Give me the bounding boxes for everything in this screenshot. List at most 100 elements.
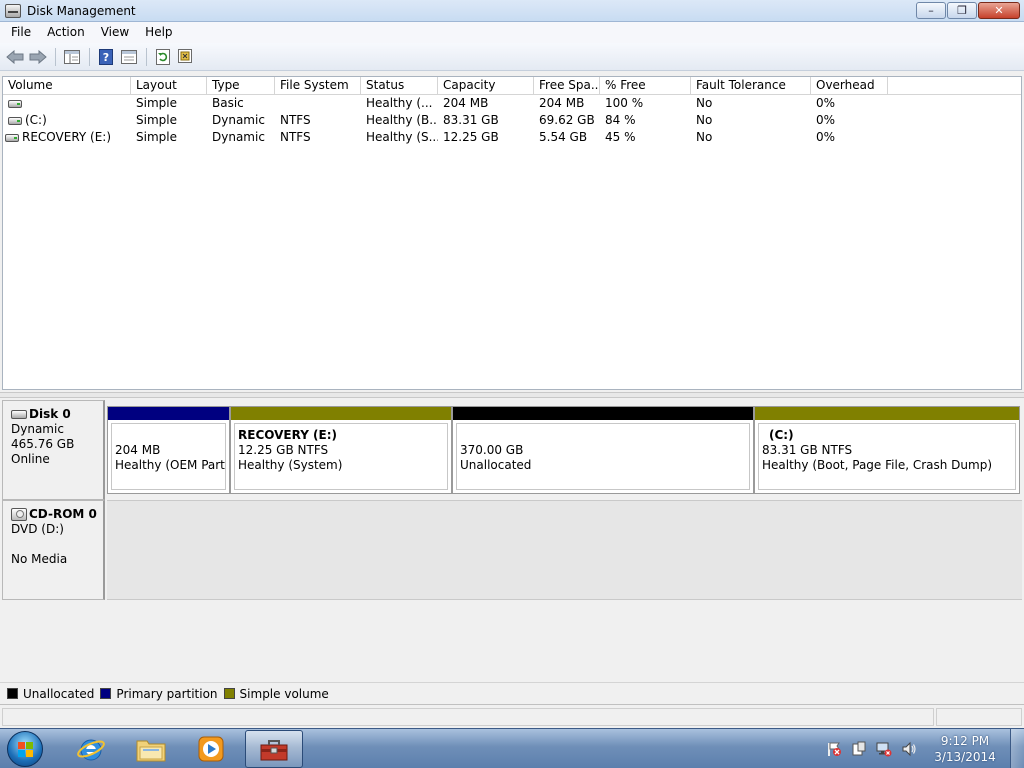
cd-rom-media-area[interactable] — [107, 500, 1022, 600]
tray-volume[interactable] — [901, 741, 917, 757]
volume-file-system: NTFS — [280, 130, 311, 144]
volume-row[interactable]: Simple Basic Healthy (... 204 MB 204 MB … — [3, 95, 1021, 112]
column-header-capacity[interactable]: Capacity — [438, 77, 534, 95]
title-bar: Disk Management – ❐ ✕ — [0, 0, 1024, 22]
close-button[interactable]: ✕ — [978, 2, 1020, 19]
column-header-percent-free[interactable]: % Free — [600, 77, 691, 95]
partition-unallocated[interactable]: 370.00 GB Unallocated — [452, 406, 754, 494]
volume-layout: Simple — [136, 130, 177, 144]
partition-color-bar — [108, 407, 229, 420]
legend-label: Primary partition — [116, 686, 218, 701]
taskbar: 9:12 PM 3/13/2014 — [0, 728, 1024, 768]
show-desktop-button[interactable] — [1010, 729, 1024, 768]
taskbar-app-internet-explorer[interactable] — [62, 730, 120, 768]
volume-fault-tolerance: No — [696, 96, 713, 110]
volume-status: Healthy (... — [366, 96, 433, 110]
menu-help[interactable]: Help — [137, 22, 180, 43]
volume-file-system: NTFS — [280, 113, 311, 127]
menu-action[interactable]: Action — [39, 22, 93, 43]
volume-file-system — [275, 95, 361, 112]
properties-button[interactable] — [118, 46, 140, 68]
taskbar-app-windows-explorer[interactable] — [122, 730, 180, 768]
volume-layout: Simple — [136, 96, 177, 110]
drive-icon — [8, 116, 22, 125]
partition-title: (C:) — [769, 428, 794, 442]
volume-percent-free: 100 % — [605, 96, 644, 110]
disk-row-disk-0: Disk 0 Dynamic 465.76 GB Online 204 MB H… — [2, 400, 1022, 500]
partition-title: RECOVERY (E:) — [238, 428, 338, 442]
volume-type: Basic — [212, 96, 244, 110]
clock-date: 3/13/2014 — [934, 750, 996, 764]
partition-recovery[interactable]: RECOVERY (E:) 12.25 GB NTFS Healthy (Sys… — [230, 406, 452, 494]
volume-capacity: 204 MB — [443, 96, 489, 110]
disk-0-partitions: 204 MB Healthy (OEM Partiti RECOVERY (E:… — [107, 406, 1020, 494]
window-controls: – ❐ ✕ — [916, 2, 1020, 19]
devices-icon — [852, 741, 866, 756]
rescan-disks-button[interactable] — [175, 46, 197, 68]
partition-color-bar — [231, 407, 451, 420]
partition-oem[interactable]: 204 MB Healthy (OEM Partiti — [107, 406, 230, 494]
minimize-button[interactable]: – — [916, 2, 946, 19]
taskbar-app-media-player[interactable] — [182, 730, 240, 768]
status-bar — [0, 704, 1024, 728]
volume-name: (C:) — [25, 113, 47, 127]
disk-label-disk-0[interactable]: Disk 0 Dynamic 465.76 GB Online — [2, 400, 105, 500]
disk-type: DVD (D:) — [11, 522, 64, 536]
help-button[interactable]: ? — [95, 46, 117, 68]
drive-icon — [5, 133, 19, 142]
volume-overhead: 0% — [816, 113, 836, 127]
volume-list-header: Volume Layout Type File System Status Ca… — [3, 77, 1021, 95]
properties-icon — [121, 49, 137, 64]
speaker-volume-icon — [902, 741, 916, 757]
status-section-secondary — [936, 708, 1022, 726]
tray-network[interactable] — [876, 741, 892, 757]
column-header-layout[interactable]: Layout — [131, 77, 207, 95]
volume-type: Dynamic — [212, 130, 265, 144]
partition-c[interactable]: (C:) 83.31 GB NTFS Healthy (Boot, Page F… — [754, 406, 1020, 494]
taskbar-clock[interactable]: 9:12 PM 3/13/2014 — [926, 733, 1004, 765]
volume-type: Dynamic — [212, 113, 265, 127]
menu-file[interactable]: File — [3, 22, 39, 43]
volume-layout: Simple — [136, 113, 177, 127]
partition-status: Healthy (System) — [238, 458, 343, 472]
volume-percent-free: 45 % — [605, 130, 636, 144]
computer-management-icon — [260, 740, 288, 761]
column-header-type[interactable]: Type — [207, 77, 275, 95]
maximize-button[interactable]: ❐ — [947, 2, 977, 19]
volume-row[interactable]: RECOVERY (E:) Simple Dynamic NTFS Health… — [3, 129, 1021, 146]
internet-explorer-icon — [77, 739, 105, 761]
volume-list: Volume Layout Type File System Status Ca… — [2, 76, 1022, 390]
menu-view[interactable]: View — [93, 22, 137, 43]
volume-name: RECOVERY (E:) — [22, 130, 112, 144]
toolbar: ? — [0, 43, 1024, 71]
legend-label: Unallocated — [23, 686, 95, 701]
disk-management-app-icon — [5, 3, 21, 18]
tray-action-center[interactable] — [826, 741, 842, 757]
column-header-file-system[interactable]: File System — [275, 77, 361, 95]
show-hide-tree-button[interactable] — [61, 46, 83, 68]
legend-item-simple-volume: Simple volume — [223, 687, 329, 701]
pane-splitter[interactable] — [0, 392, 1024, 398]
volume-free-space: 5.54 GB — [539, 130, 588, 144]
back-button[interactable] — [4, 46, 26, 68]
volume-row[interactable]: (C:) Simple Dynamic NTFS Healthy (B... 8… — [3, 112, 1021, 129]
column-header-overhead[interactable]: Overhead — [811, 77, 888, 95]
column-header-status[interactable]: Status — [361, 77, 438, 95]
volume-capacity: 83.31 GB — [443, 113, 499, 127]
start-button[interactable] — [7, 731, 43, 767]
windows-logo-icon — [17, 741, 33, 757]
legend-swatch — [7, 688, 18, 699]
disk-label-cd-rom-0[interactable]: CD-ROM 0 DVD (D:) No Media — [2, 500, 105, 600]
column-header-volume[interactable]: Volume — [3, 77, 131, 95]
taskbar-app-computer-management[interactable] — [245, 730, 303, 768]
refresh-icon — [156, 48, 170, 65]
column-header-free-space[interactable]: Free Spa... — [534, 77, 600, 95]
forward-arrow-icon — [29, 49, 47, 64]
disk-type: Dynamic — [11, 422, 64, 436]
disk-name: CD-ROM 0 — [29, 507, 97, 521]
show-hide-tree-icon — [64, 49, 80, 64]
tray-devices[interactable] — [851, 741, 867, 757]
refresh-button[interactable] — [152, 46, 174, 68]
forward-button[interactable] — [27, 46, 49, 68]
column-header-fault-tolerance[interactable]: Fault Tolerance — [691, 77, 811, 95]
